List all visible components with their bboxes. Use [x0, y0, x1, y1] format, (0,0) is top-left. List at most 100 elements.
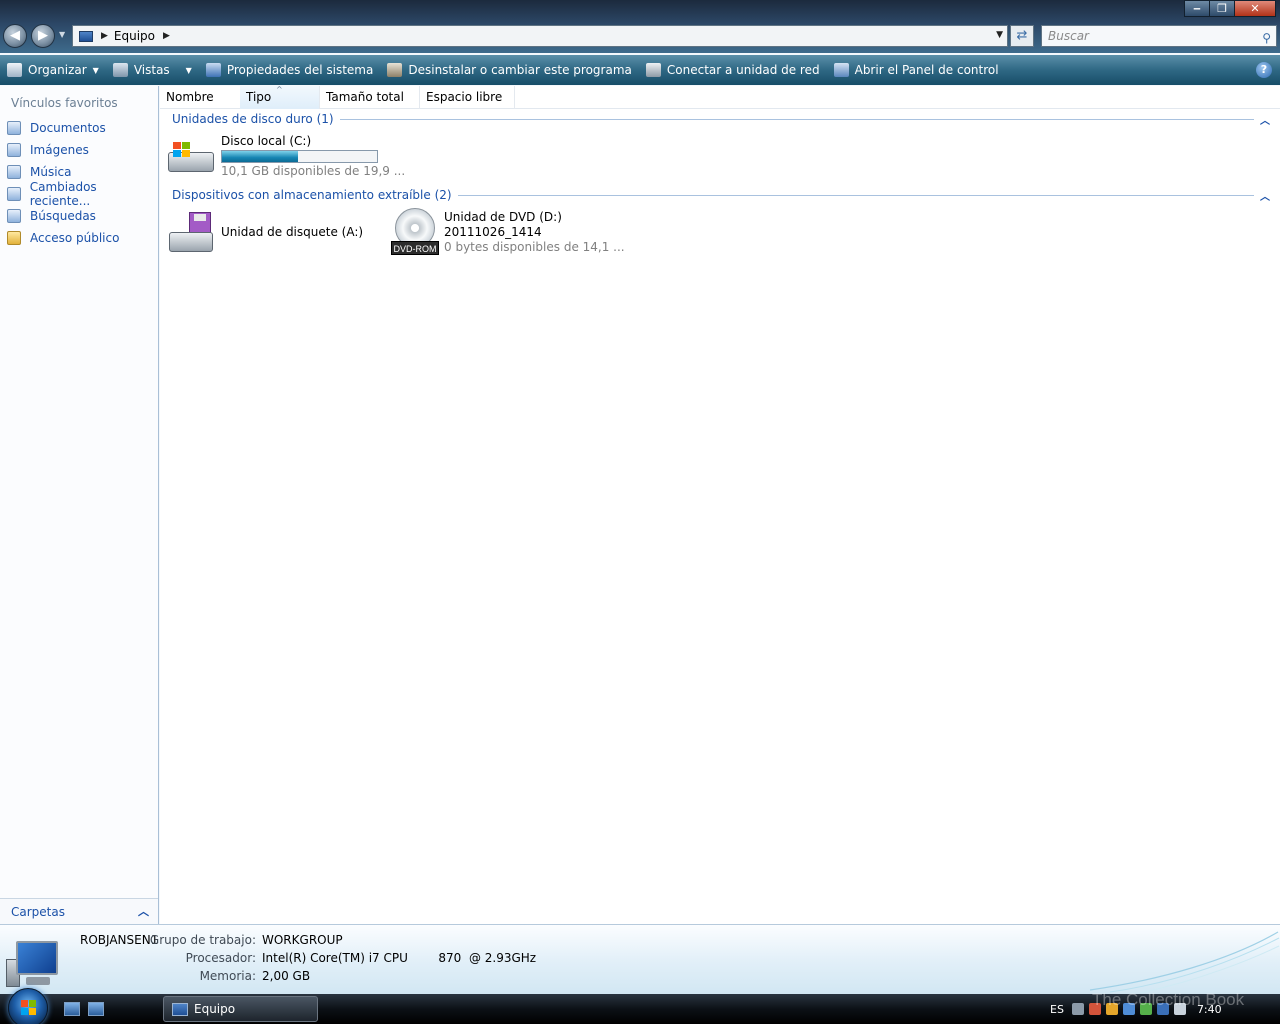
dvd-drive-icon: DVD-ROM [391, 208, 441, 256]
breadcrumb-separator-icon[interactable]: ▶ [163, 31, 170, 41]
nav-item-label: Acceso público [30, 231, 120, 245]
folders-toggle[interactable]: Carpetas ︿ [0, 898, 158, 924]
memory-value: 2,00 GB [262, 969, 311, 983]
minimize-button[interactable]: ‒ [1184, 0, 1210, 17]
programs-icon [387, 63, 403, 77]
chevron-down-icon[interactable]: ▼ [186, 66, 192, 75]
breadcrumb-equipo[interactable]: Equipo [114, 29, 155, 43]
chevron-up-icon[interactable]: ︿ [138, 903, 149, 919]
drive-name: Unidad de disquete (A:) [221, 225, 364, 239]
group-title: Dispositivos con almacenamiento extraíbl… [172, 188, 452, 202]
breadcrumb-separator-icon[interactable]: ▶ [101, 31, 108, 41]
favorite-links-heading: Vínculos favoritos [11, 96, 118, 110]
navigation-pane: Vínculos favoritos Documentos Imágenes M… [0, 86, 159, 924]
map-network-drive-button[interactable]: Conectar a unidad de red [639, 55, 827, 85]
content-pane: Nombre Tipo ^ Tamaño total Espacio libre… [160, 85, 1280, 924]
drive-item-a[interactable]: Unidad de disquete (A:) [167, 210, 377, 256]
processor-label: Procesador: [185, 951, 256, 965]
group-title: Unidades de disco duro (1) [172, 112, 334, 126]
network-drive-icon [645, 63, 661, 77]
column-headers: Nombre Tipo ^ Tamaño total Espacio libre [160, 85, 1280, 109]
nav-item-label: Documentos [30, 121, 106, 135]
views-label: Vistas [133, 63, 170, 77]
column-header-free-space[interactable]: Espacio libre [420, 86, 515, 109]
drive-item-d[interactable]: DVD-ROM Unidad de DVD (D:) 20111026_1414… [391, 208, 625, 258]
computer-icon [6, 937, 62, 989]
column-header-total-size[interactable]: Tamaño total [320, 86, 420, 109]
computer-icon [172, 1002, 188, 1016]
keyboard-icon[interactable] [1071, 1003, 1084, 1015]
command-bar: Organizar ▼ Vistas ▼ Propiedades del sis… [0, 55, 1280, 85]
language-indicator[interactable]: ES [1050, 1003, 1064, 1016]
workgroup-label: Grupo de trabajo: [149, 933, 256, 947]
open-control-panel-button[interactable]: Abrir el Panel de control [827, 55, 1006, 85]
chevron-up-icon[interactable]: ︿ [1260, 188, 1270, 203]
folder-icon [7, 231, 21, 245]
nav-item-documents[interactable]: Documentos [7, 119, 106, 137]
open-control-panel-label: Abrir el Panel de control [854, 63, 999, 77]
music-icon [7, 165, 21, 179]
sort-ascending-icon: ^ [276, 85, 283, 94]
show-desktop-icon[interactable] [64, 1002, 80, 1016]
windows-logo-icon [21, 1000, 37, 1016]
chevron-up-icon[interactable]: ︿ [1260, 112, 1270, 127]
organize-label: Organizar [28, 63, 87, 77]
close-button[interactable]: ✕ [1234, 0, 1276, 17]
title-bar: ◀ ▶ ▼ ▶ Equipo ▶ ▼ ⇄ Buscar ⚲ ‒ ❐ ✕ [0, 0, 1280, 53]
nav-item-label: Búsquedas [30, 209, 96, 223]
folders-label: Carpetas [11, 905, 65, 919]
system-properties-icon [205, 63, 221, 77]
nav-item-label: Música [30, 165, 72, 179]
search-input[interactable]: Buscar ⚲ [1041, 25, 1277, 47]
recent-pages-dropdown[interactable]: ▼ [59, 30, 65, 39]
nav-item-searches[interactable]: Búsquedas [7, 207, 96, 225]
pictures-icon [7, 143, 21, 157]
group-header-removable[interactable]: Dispositivos con almacenamiento extraíbl… [172, 186, 1270, 204]
floppy-drive-icon [167, 212, 215, 256]
taskbar: Equipo ES 7:40 [0, 988, 1280, 1024]
nav-item-public[interactable]: Acceso público [7, 229, 119, 247]
chevron-down-icon: ▼ [92, 65, 99, 75]
address-bar[interactable]: ▶ Equipo ▶ ▼ [72, 25, 1008, 47]
taskbar-button-label: Equipo [194, 1002, 236, 1016]
wallpaper-swoosh [1089, 931, 1280, 994]
drive-name: Disco local (C:) [221, 134, 312, 148]
nav-item-music[interactable]: Música [7, 163, 72, 181]
recently-changed-icon [7, 187, 21, 201]
nav-item-recently-changed[interactable]: Cambiados reciente... [7, 180, 158, 208]
hard-disk-icon [167, 140, 215, 174]
uninstall-program-button[interactable]: Desinstalar o cambiar este programa [380, 55, 639, 85]
views-button[interactable]: Vistas ▼ [106, 55, 199, 85]
map-network-drive-label: Conectar a unidad de red [666, 63, 820, 77]
group-header-hard-disks[interactable]: Unidades de disco duro (1) ︿ [172, 110, 1270, 128]
help-icon[interactable]: ? [1256, 62, 1272, 78]
system-properties-label: Propiedades del sistema [226, 63, 374, 77]
memory-label: Memoria: [199, 969, 256, 983]
documents-icon [7, 121, 21, 135]
search-icon[interactable]: ⚲ [1262, 28, 1271, 48]
nav-item-pictures[interactable]: Imágenes [7, 141, 89, 159]
column-header-name[interactable]: Nombre [160, 86, 241, 109]
taskbar-button-equipo[interactable]: Equipo [163, 996, 318, 1022]
watermark-text: The Collection Book [1092, 990, 1245, 1009]
drive-usage-fill [222, 151, 298, 162]
column-header-type-label: Tipo [246, 90, 272, 104]
organize-button[interactable]: Organizar ▼ [0, 55, 106, 85]
dvd-rom-badge: DVD-ROM [391, 241, 439, 255]
switch-windows-icon[interactable] [88, 1002, 104, 1016]
start-button[interactable] [8, 988, 48, 1024]
drive-name: Unidad de DVD (D:) [444, 210, 562, 224]
search-placeholder: Buscar [1048, 29, 1089, 43]
searches-icon [7, 209, 21, 223]
drive-free-space: 10,1 GB disponibles de 19,9 ... [221, 164, 406, 178]
address-dropdown-icon[interactable]: ▼ [996, 30, 1003, 40]
system-properties-button[interactable]: Propiedades del sistema [199, 55, 381, 85]
back-button[interactable]: ◀ [3, 24, 27, 48]
group-divider [457, 194, 1254, 196]
forward-button[interactable]: ▶ [31, 24, 55, 48]
maximize-button[interactable]: ❐ [1209, 0, 1235, 17]
uninstall-program-label: Desinstalar o cambiar este programa [408, 63, 632, 77]
refresh-button[interactable]: ⇄ [1010, 25, 1034, 47]
views-icon [112, 63, 128, 77]
control-panel-icon [833, 63, 849, 77]
